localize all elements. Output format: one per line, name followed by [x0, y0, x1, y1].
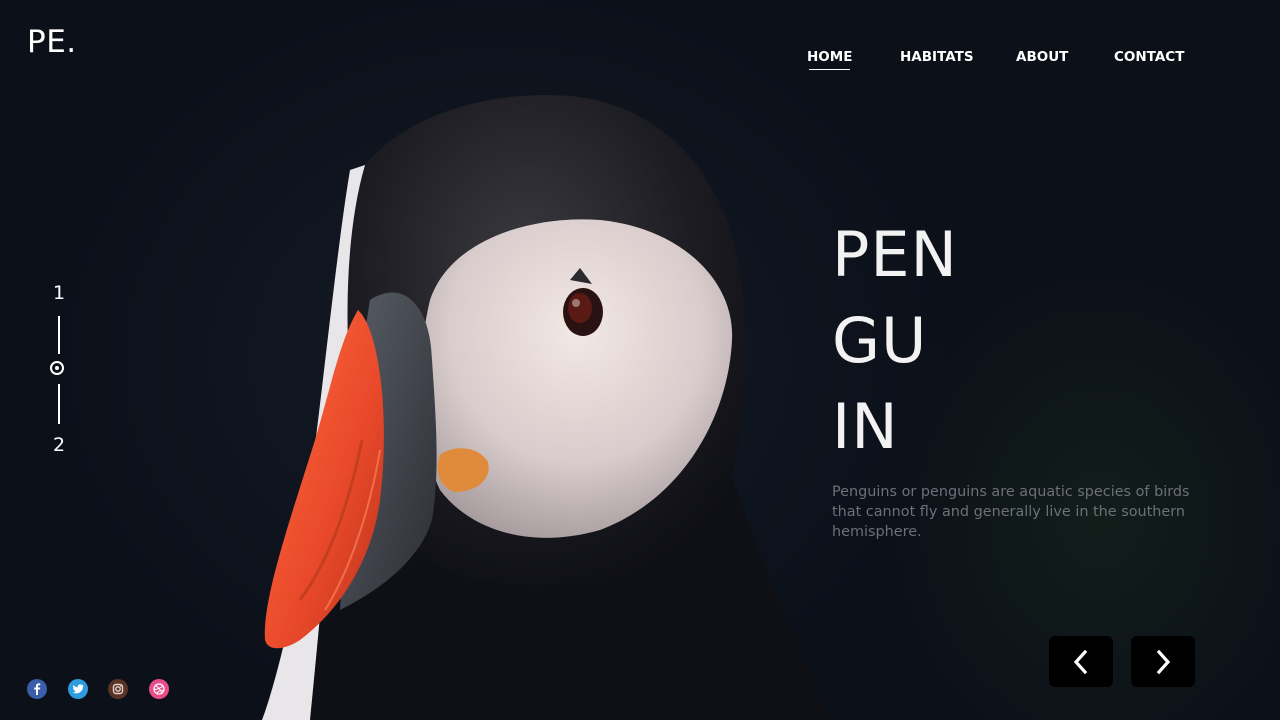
instagram-icon[interactable]: [108, 679, 128, 699]
twitter-icon[interactable]: [68, 679, 88, 699]
nav-item-home[interactable]: HOME: [807, 49, 852, 70]
slide-number-last[interactable]: 2: [46, 434, 72, 456]
slide-current-dot[interactable]: [50, 361, 64, 375]
landing-page: PE. HOME HABITATS ABOUT CONTACT 1 2 PEN …: [0, 0, 1280, 720]
bird-hero-image: [260, 94, 830, 720]
chevron-right-icon: [1156, 649, 1171, 674]
next-slide-button[interactable]: [1131, 636, 1195, 687]
slide-divider-line: [58, 316, 60, 354]
hero-title-line: GU: [832, 304, 928, 377]
chevron-left-icon: [1073, 649, 1088, 674]
slide-number-first[interactable]: 1: [46, 282, 72, 304]
hero-description: Penguins or penguins are aquatic species…: [832, 484, 1190, 540]
twitter-glyph: [72, 684, 84, 694]
facebook-glyph: [34, 683, 41, 695]
slide-divider-line: [58, 384, 60, 424]
dribbble-glyph: [153, 683, 165, 695]
dribbble-icon[interactable]: [149, 679, 169, 699]
facebook-icon[interactable]: [27, 679, 47, 699]
hero-title-line: IN: [832, 390, 899, 463]
hero-title: PEN GU IN: [832, 212, 958, 470]
nav-item-about[interactable]: ABOUT: [1016, 49, 1068, 65]
slide-indicator: 1 2: [46, 282, 72, 462]
nav-item-habitats[interactable]: HABITATS: [900, 49, 974, 65]
instagram-glyph: [112, 683, 124, 695]
brand-logo[interactable]: PE.: [27, 24, 77, 60]
previous-slide-button[interactable]: [1049, 636, 1113, 687]
hero-title-line: PEN: [832, 218, 958, 291]
nav-item-contact[interactable]: CONTACT: [1114, 49, 1184, 65]
